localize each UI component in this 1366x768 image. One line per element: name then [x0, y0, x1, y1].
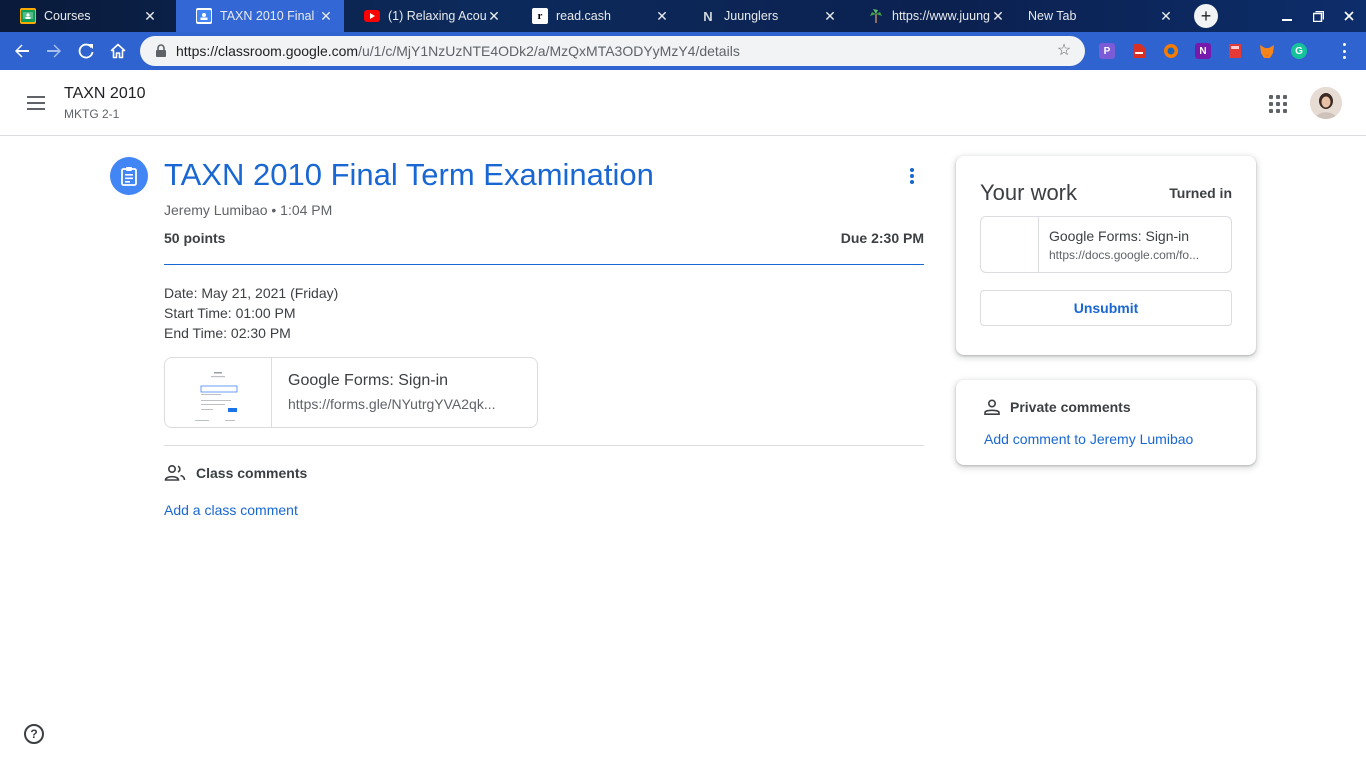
attachment-url: https://forms.gle/NYutrgYVA2qk... — [288, 396, 496, 412]
class-comments-header: Class comments — [164, 464, 307, 482]
noise-icon: N — [703, 8, 713, 24]
tab-youtube[interactable]: (1) Relaxing Acoust ✕ — [344, 0, 512, 32]
tab-juunglers[interactable]: N Juunglers ✕ — [680, 0, 848, 32]
assignment-due: Due 2:30 PM — [840, 230, 924, 246]
turned-in-status: Turned in — [1169, 185, 1232, 201]
tab-title: https://www.juungl — [892, 9, 990, 23]
extension-p-icon[interactable]: P — [1099, 43, 1115, 59]
private-comments-label: Private comments — [1010, 399, 1131, 415]
assignment-icon — [110, 157, 148, 195]
palm-tree-icon — [868, 8, 884, 24]
extension-circle-icon[interactable] — [1163, 43, 1179, 59]
private-comments-header: Private comments — [984, 399, 1131, 415]
tab-readcash[interactable]: r read.cash ✕ — [512, 0, 680, 32]
course-section: MKTG 2-1 — [64, 107, 120, 121]
description-line: Start Time: 01:00 PM — [164, 305, 296, 321]
attachment-card[interactable]: Google Forms: Sign-in https://forms.gle/… — [164, 357, 538, 428]
assignment-meta: Jeremy Lumibao • 1:04 PM — [164, 202, 333, 218]
submitted-file-thumbnail — [981, 217, 1039, 272]
browser-tab-strip: Courses ✕ TAXN 2010 Final Te ✕ (1) Relax… — [0, 0, 1366, 32]
tab-title: Courses — [44, 9, 91, 23]
tab-juungle-url[interactable]: https://www.juungl ✕ — [848, 0, 1016, 32]
classroom-header: TAXN 2010 MKTG 2-1 — [0, 70, 1366, 136]
home-icon[interactable] — [104, 37, 132, 65]
your-work-card: Your work Turned in Google Forms: Sign-i… — [956, 156, 1256, 355]
onenote-icon[interactable]: N — [1195, 43, 1211, 59]
tab-new-tab[interactable]: New Tab ✕ — [1016, 0, 1184, 32]
lock-icon — [156, 44, 166, 57]
youtube-icon — [364, 8, 380, 24]
extension-book-icon[interactable] — [1227, 43, 1243, 59]
submitted-file-url: https://docs.google.com/fo... — [1049, 248, 1200, 262]
assignment-title: TAXN 2010 Final Term Examination — [164, 157, 654, 192]
url-text: https://classroom.google.com/u/1/c/MjY1N… — [176, 43, 1055, 59]
your-work-title: Your work — [980, 180, 1078, 205]
add-private-comment-link[interactable]: Add comment to Jeremy Lumibao — [984, 431, 1193, 447]
help-icon[interactable]: ? — [24, 724, 44, 744]
forward-icon[interactable] — [40, 37, 68, 65]
tab-close-icon[interactable]: ✕ — [486, 8, 502, 25]
browser-toolbar: https://classroom.google.com/u/1/c/MjY1N… — [0, 32, 1366, 70]
course-title[interactable]: TAXN 2010 — [64, 85, 146, 103]
people-icon — [164, 464, 186, 481]
tab-title: TAXN 2010 Final Te — [220, 9, 318, 23]
classroom-icon — [196, 8, 212, 24]
google-apps-icon[interactable] — [1269, 95, 1287, 113]
new-tab-button[interactable]: + — [1194, 4, 1218, 28]
minimize-icon[interactable] — [1272, 0, 1302, 32]
grammarly-icon[interactable]: G — [1291, 43, 1307, 59]
attachment-title: Google Forms: Sign-in — [288, 372, 449, 389]
tab-courses[interactable]: Courses ✕ — [0, 0, 168, 32]
restore-icon[interactable] — [1303, 0, 1333, 32]
submitted-file-title: Google Forms: Sign-in — [1049, 228, 1190, 244]
url-path: /u/1/c/MjY1NzUzNTE4ODk2/a/MzQxMTA3ODYyMz… — [358, 43, 740, 59]
browser-menu-icon[interactable] — [1340, 41, 1348, 61]
description-line: End Time: 02:30 PM — [164, 325, 291, 341]
header-divider — [164, 264, 924, 265]
tab-title: read.cash — [556, 9, 611, 23]
close-window-icon[interactable] — [1334, 0, 1364, 32]
address-bar[interactable]: https://classroom.google.com/u/1/c/MjY1N… — [140, 36, 1085, 66]
reload-icon[interactable] — [72, 37, 100, 65]
tab-close-icon[interactable]: ✕ — [1158, 8, 1174, 25]
account-avatar[interactable] — [1310, 87, 1342, 119]
tab-close-icon[interactable]: ✕ — [318, 8, 334, 25]
tab-title: New Tab — [1028, 9, 1077, 23]
assignment-points: 50 points — [164, 230, 226, 246]
private-comments-card: Private comments Add comment to Jeremy L… — [956, 380, 1256, 465]
unsubmit-button[interactable]: Unsubmit — [980, 290, 1232, 326]
attachment-thumbnail — [165, 358, 272, 427]
assignment-description: Date: May 21, 2021 (Friday) Start Time: … — [164, 283, 338, 343]
tab-close-icon[interactable]: ✕ — [142, 8, 158, 25]
class-comments-label: Class comments — [196, 465, 308, 481]
url-host: https://classroom.google.com — [176, 43, 359, 59]
description-line: Date: May 21, 2021 (Friday) — [164, 285, 339, 301]
back-icon[interactable] — [8, 37, 36, 65]
tab-title: Juunglers — [724, 9, 779, 23]
person-icon — [984, 399, 1000, 415]
extension-pdf-icon[interactable] — [1131, 43, 1147, 59]
tab-close-icon[interactable]: ✕ — [990, 8, 1006, 25]
add-class-comment-link[interactable]: Add a class comment — [164, 502, 298, 518]
tab-title: (1) Relaxing Acoust — [388, 9, 486, 23]
tab-close-icon[interactable]: ✕ — [654, 8, 670, 25]
comments-divider — [164, 445, 924, 446]
tab-close-icon[interactable]: ✕ — [822, 8, 838, 25]
classroom-icon — [20, 8, 36, 24]
more-options-icon[interactable] — [906, 166, 918, 186]
readcash-icon: r — [532, 8, 548, 24]
tab-taxn-final[interactable]: TAXN 2010 Final Te ✕ — [176, 0, 344, 32]
bookmark-star-icon[interactable]: ☆ — [1055, 42, 1073, 60]
submitted-file-card[interactable]: Google Forms: Sign-in https://docs.googl… — [980, 216, 1232, 273]
main-menu-icon[interactable] — [24, 94, 48, 112]
metamask-fox-icon[interactable] — [1259, 43, 1275, 59]
